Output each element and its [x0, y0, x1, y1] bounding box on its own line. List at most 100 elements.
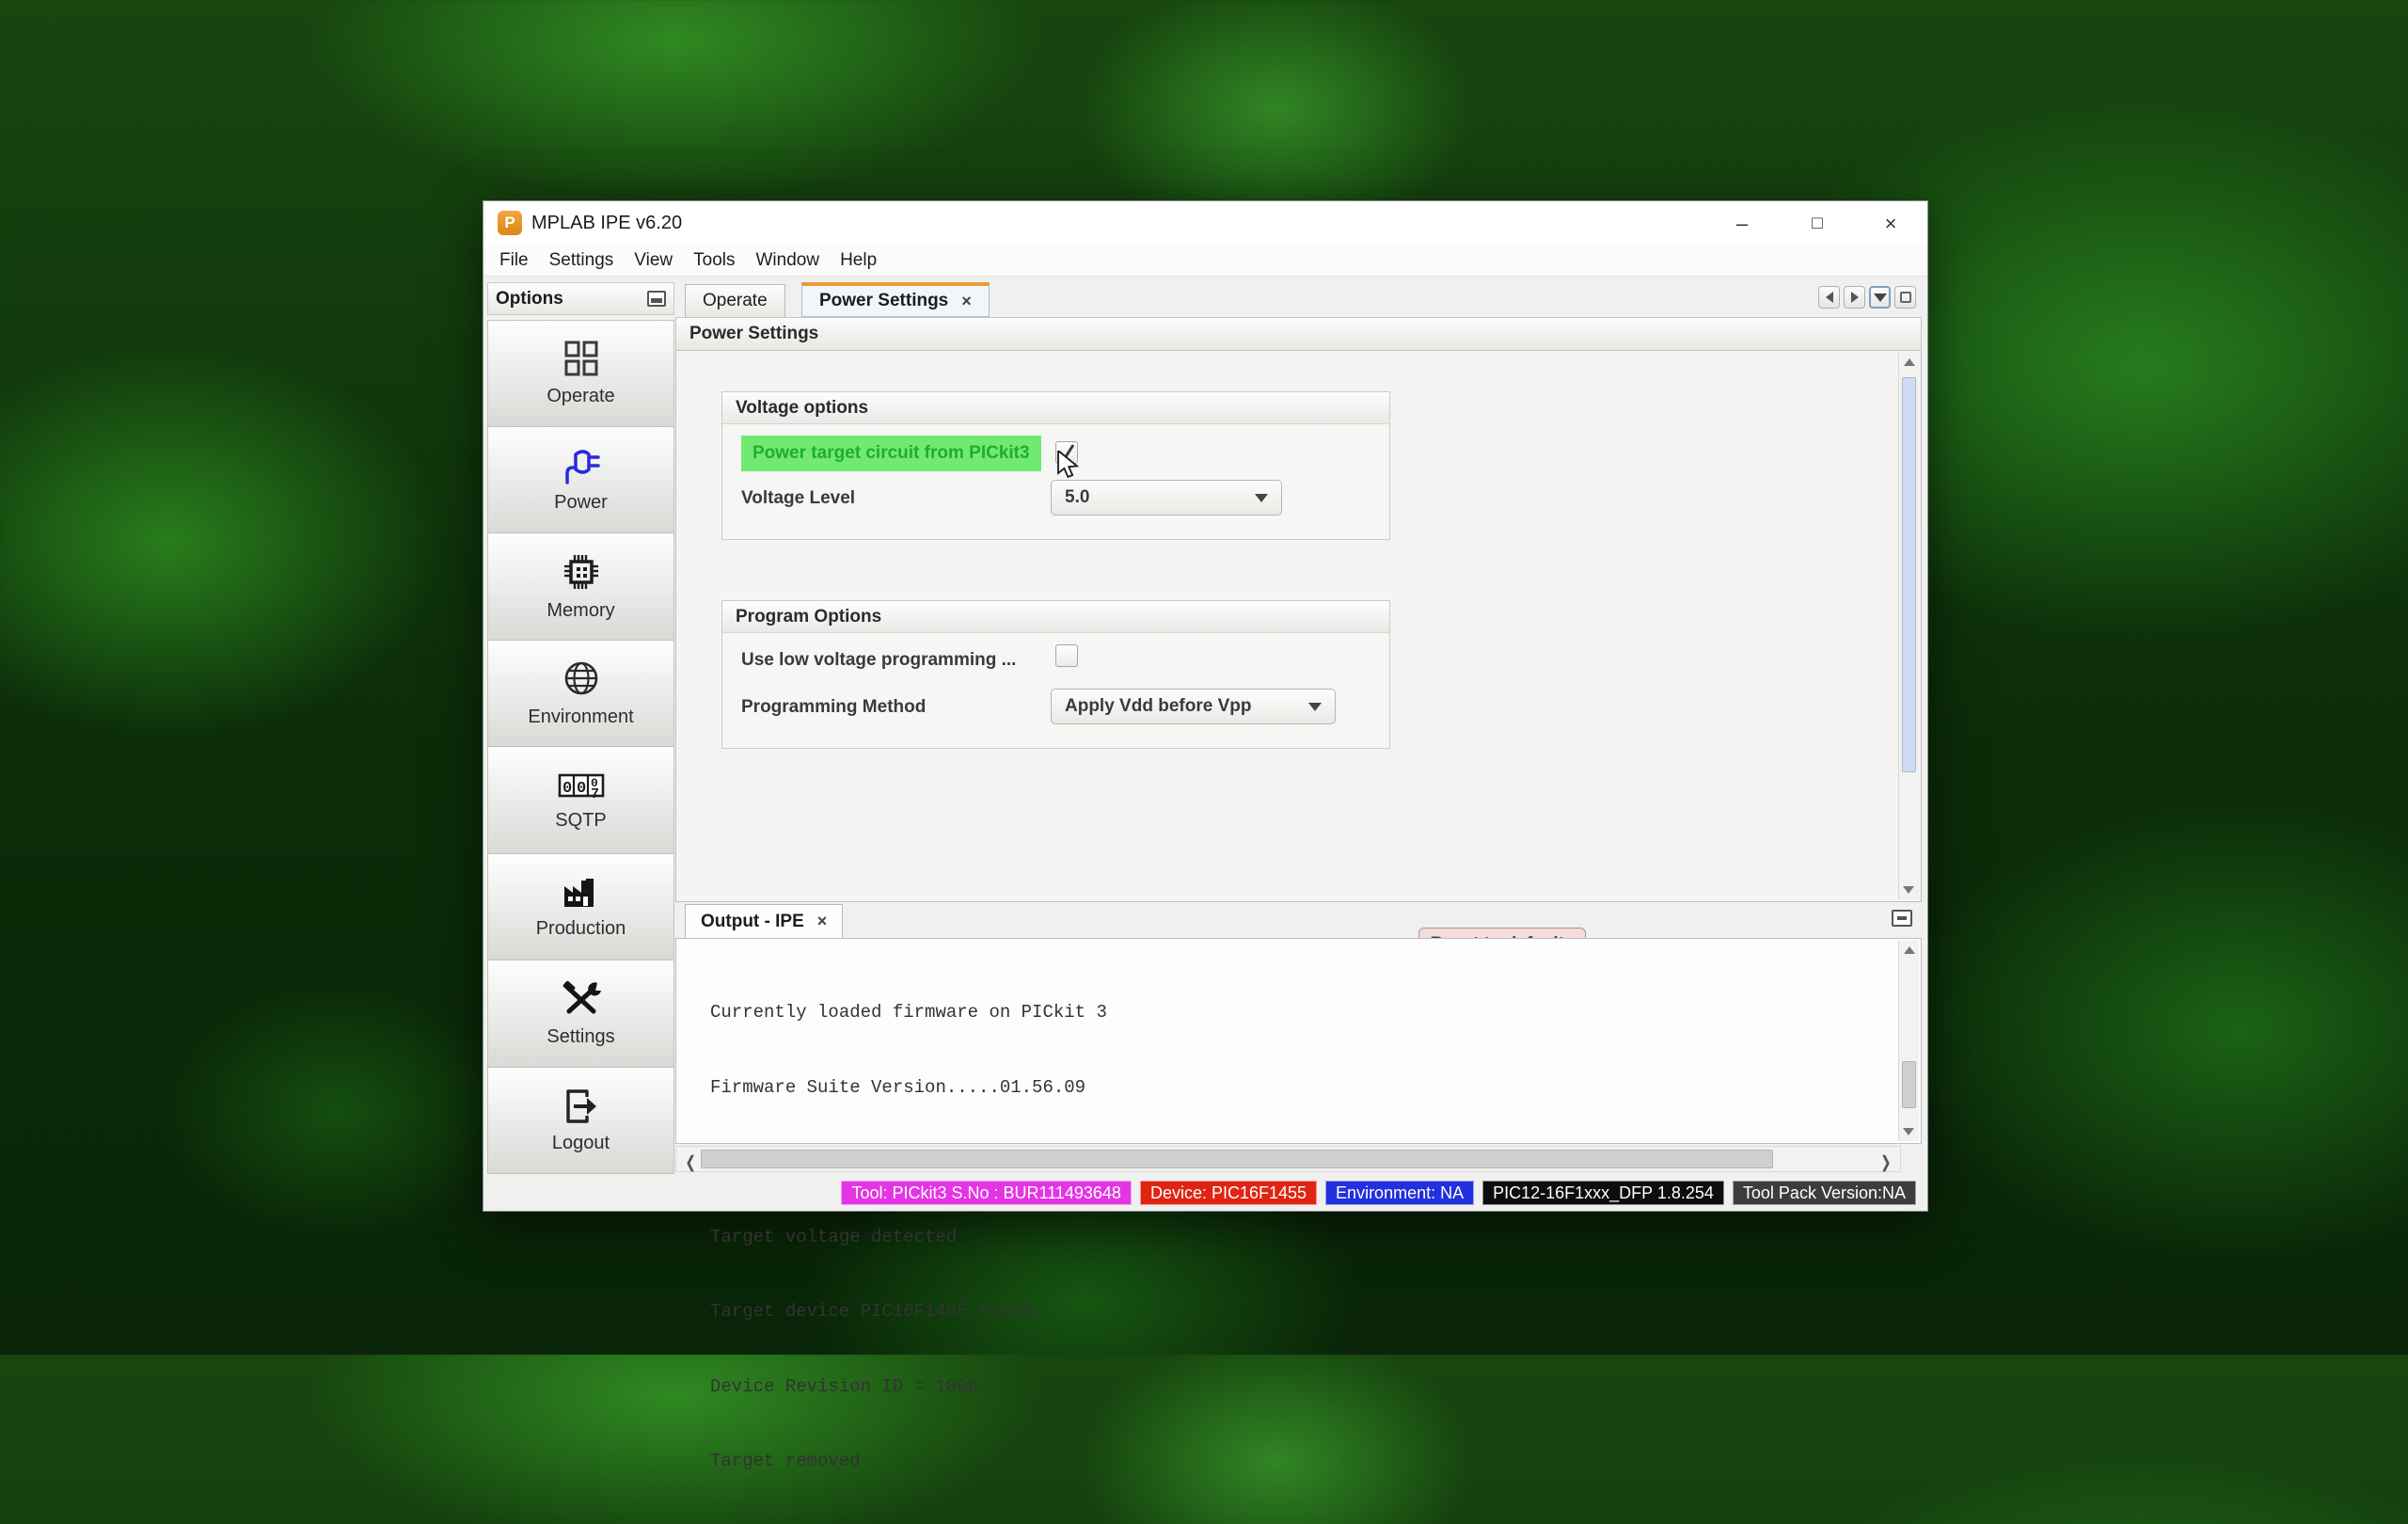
- scroll-up-icon[interactable]: [1904, 358, 1915, 366]
- square-icon: [1900, 292, 1911, 303]
- chevron-down-icon: [1255, 494, 1268, 502]
- program-options-title: Program Options: [722, 601, 1389, 633]
- programming-method-dropdown[interactable]: Apply Vdd before Vpp: [1051, 689, 1336, 724]
- programming-method-value: Apply Vdd before Vpp: [1065, 696, 1251, 717]
- float-window-icon[interactable]: [1892, 910, 1912, 927]
- sidebar-item-label: SQTP: [555, 810, 606, 832]
- options-header-label: Options: [496, 289, 563, 310]
- right-arrow-icon: [1851, 292, 1859, 303]
- scrollbar-thumb[interactable]: [1902, 1061, 1916, 1108]
- tab-output-ipe[interactable]: Output - IPE ×: [685, 904, 843, 938]
- sidebar-item-environment[interactable]: Environment: [487, 641, 674, 748]
- scroll-tabs-left-button[interactable]: [1818, 286, 1840, 309]
- voltage-options-title: Voltage options: [722, 392, 1389, 424]
- menu-tools[interactable]: Tools: [683, 250, 745, 271]
- title-bar: P MPLAB IPE v6.20 – □ ×: [483, 201, 1927, 245]
- dock-window-icon[interactable]: [647, 291, 666, 307]
- scrollbar-thumb[interactable]: [1902, 377, 1916, 772]
- sidebar-item-logout[interactable]: Logout: [487, 1068, 674, 1175]
- status-tool-badge: Tool: PICkit3 S.No : BUR111493648: [841, 1181, 1132, 1205]
- tab-list-dropdown-button[interactable]: [1869, 286, 1891, 309]
- scroll-tabs-right-button[interactable]: [1844, 286, 1865, 309]
- output-console: Currently loaded firmware on PICkit 3 Fi…: [675, 938, 1922, 1144]
- svg-text:0: 0: [562, 780, 572, 798]
- maximize-pane-button[interactable]: [1894, 286, 1916, 309]
- chip-icon: [560, 551, 603, 593]
- console-line: Target voltage detected: [710, 1225, 1182, 1250]
- mouse-cursor-icon: [1056, 451, 1081, 479]
- factory-icon: [560, 873, 603, 911]
- sidebar-item-label: Production: [536, 918, 626, 940]
- maximize-button[interactable]: □: [1798, 209, 1836, 239]
- menu-view[interactable]: View: [624, 250, 683, 271]
- scroll-down-icon[interactable]: [1903, 886, 1914, 894]
- voltage-level-value: 5.0: [1065, 487, 1089, 508]
- chevron-down-icon: [1308, 703, 1322, 711]
- sidebar-item-settings[interactable]: Settings: [487, 960, 674, 1068]
- status-bar: Tool: PICkit3 S.No : BUR111493648 Device…: [483, 1179, 1927, 1207]
- globe-icon: [561, 658, 602, 699]
- lvp-label: Use low voltage programming ...: [741, 650, 1016, 671]
- status-device-badge: Device: PIC16F1455: [1140, 1181, 1317, 1205]
- sidebar-item-label: Logout: [552, 1133, 610, 1154]
- console-line: Device Revision ID = 1006: [710, 1374, 1182, 1400]
- view-heading: Power Settings: [675, 317, 1922, 351]
- options-header: Options: [487, 282, 674, 315]
- status-toolpack-badge: Tool Pack Version:NA: [1733, 1181, 1916, 1205]
- main-vertical-scrollbar[interactable]: [1898, 353, 1919, 899]
- menu-settings[interactable]: Settings: [539, 250, 625, 271]
- output-tab-close-icon[interactable]: ×: [817, 912, 828, 931]
- tab-operate[interactable]: Operate: [685, 284, 785, 317]
- menu-help[interactable]: Help: [830, 250, 887, 271]
- output-vertical-scrollbar[interactable]: [1898, 941, 1919, 1141]
- editor-tab-bar: Operate Power Settings ×: [675, 282, 1922, 317]
- minimize-button[interactable]: –: [1723, 209, 1761, 239]
- sidebar-item-label: Settings: [547, 1026, 614, 1048]
- logout-icon: [561, 1086, 602, 1125]
- sidebar-item-production[interactable]: Production: [487, 854, 674, 961]
- scrollbar-thumb[interactable]: [701, 1150, 1773, 1168]
- sidebar-item-label: Memory: [547, 600, 614, 622]
- scroll-right-icon[interactable]: ❭: [1879, 1153, 1893, 1172]
- console-log: Currently loaded firmware on PICkit 3 Fi…: [710, 950, 1182, 1524]
- sidebar-item-label: Operate: [547, 386, 614, 407]
- sidebar-item-sqtp[interactable]: 0 0 0 7 SQTP: [487, 747, 674, 854]
- program-options-group: Program Options Use low voltage programm…: [721, 600, 1390, 749]
- lvp-checkbox[interactable]: [1055, 644, 1078, 667]
- plug-icon: [560, 445, 603, 484]
- status-dfp-badge: PIC12-16F1xxx_DFP 1.8.254: [1482, 1181, 1724, 1205]
- programming-method-label: Programming Method: [741, 697, 926, 718]
- menu-bar: File Settings View Tools Window Help: [483, 245, 1927, 277]
- console-line: Target device PIC16F1455 found.: [710, 1299, 1182, 1325]
- counter-icon: 0 0 0 7: [556, 769, 607, 802]
- sidebar-item-memory[interactable]: Memory: [487, 533, 674, 641]
- status-environment-badge: Environment: NA: [1325, 1181, 1474, 1205]
- tools-icon: [560, 979, 603, 1019]
- svg-text:0: 0: [577, 780, 586, 798]
- menu-file[interactable]: File: [489, 250, 539, 271]
- sidebar-item-power[interactable]: Power: [487, 427, 674, 534]
- voltage-level-label: Voltage Level: [741, 488, 855, 509]
- sidebar-item-operate[interactable]: Operate: [487, 320, 674, 427]
- sidebar-item-label: Environment: [528, 706, 633, 728]
- console-line: Firmware Suite Version.....01.56.09: [710, 1075, 1182, 1101]
- output-tab-label: Output - IPE: [701, 912, 804, 932]
- console-line: Target removed: [710, 1449, 1182, 1474]
- tab-power-settings[interactable]: Power Settings ×: [801, 282, 990, 317]
- output-horizontal-scrollbar[interactable]: ❬ ❭: [675, 1146, 1901, 1172]
- options-sidebar: Options Operate Power: [487, 282, 674, 1176]
- tab-power-settings-label: Power Settings: [819, 291, 948, 311]
- mplab-ipe-window: P MPLAB IPE v6.20 – □ × File Settings Vi…: [483, 200, 1928, 1212]
- close-button[interactable]: ×: [1872, 209, 1909, 239]
- scroll-down-icon[interactable]: [1903, 1128, 1914, 1135]
- sidebar-item-label: Power: [554, 492, 608, 514]
- tab-close-icon[interactable]: ×: [961, 292, 972, 311]
- scroll-left-icon[interactable]: ❬: [684, 1153, 697, 1172]
- scroll-up-icon[interactable]: [1904, 946, 1915, 954]
- menu-window[interactable]: Window: [745, 250, 830, 271]
- voltage-level-dropdown[interactable]: 5.0: [1051, 480, 1282, 516]
- grid-icon: [561, 339, 602, 378]
- mplab-logo-icon: P: [498, 211, 522, 235]
- window-title: MPLAB IPE v6.20: [531, 213, 682, 234]
- power-settings-panel: Voltage options Power target circuit fro…: [675, 351, 1922, 902]
